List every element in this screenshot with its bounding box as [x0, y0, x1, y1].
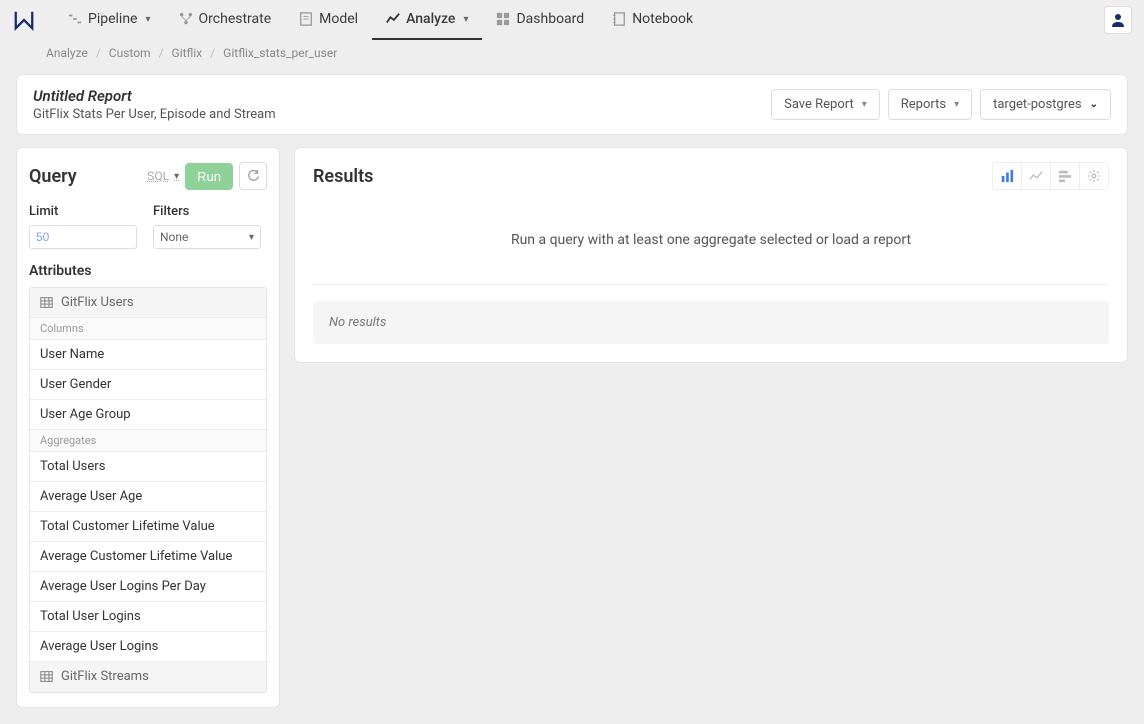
aggregate-item[interactable]: Average User Logins Per Day: [30, 572, 266, 602]
nav-label: Dashboard: [516, 11, 584, 27]
table-name: GitFlix Streams: [61, 669, 149, 684]
save-report-button[interactable]: Save Report ▾: [771, 89, 880, 120]
aggregate-item[interactable]: Total Customer Lifetime Value: [30, 512, 266, 542]
line-chart-icon: [1029, 169, 1043, 183]
refresh-button[interactable]: [239, 162, 267, 190]
notebook-icon: [612, 12, 626, 26]
chevron-down-icon: ▾: [862, 99, 867, 110]
button-label: Save Report: [784, 97, 854, 112]
aggregate-item[interactable]: Average Customer Lifetime Value: [30, 542, 266, 572]
breadcrumb-item[interactable]: Analyze: [46, 46, 88, 60]
horizontal-bar-icon: [1058, 169, 1072, 183]
chevron-down-icon: ▾: [174, 171, 179, 182]
no-results-message: No results: [313, 301, 1109, 344]
breadcrumb-separator: /: [159, 46, 164, 60]
column-item[interactable]: User Age Group: [30, 400, 266, 430]
limit-input[interactable]: [29, 225, 137, 249]
chart-settings-button[interactable]: [1079, 162, 1109, 190]
table-name: GitFlix Users: [61, 295, 134, 310]
report-header: Untitled Report GitFlix Stats Per User, …: [16, 74, 1128, 135]
orchestrate-icon: [179, 12, 193, 26]
nav-orchestrate[interactable]: Orchestrate: [165, 0, 286, 40]
filters-label: Filters: [153, 204, 261, 219]
aggregate-item[interactable]: Average User Age: [30, 482, 266, 512]
run-button[interactable]: Run: [185, 163, 233, 190]
bar-chart-icon: [1000, 169, 1014, 183]
chevron-down-icon: ▾: [249, 232, 254, 243]
filters-select[interactable]: None ▾: [153, 225, 261, 249]
chevron-down-icon: ▾: [954, 99, 959, 110]
column-item[interactable]: User Name: [30, 340, 266, 370]
main-nav: Pipeline ▾ Orchestrate Model Analyze ▾ D…: [54, 0, 707, 40]
nav-notebook[interactable]: Notebook: [598, 0, 707, 40]
table-icon: [40, 670, 53, 683]
filters-value: None: [160, 230, 188, 244]
sql-toggle[interactable]: SQL ▾: [147, 169, 179, 183]
nav-pipeline[interactable]: Pipeline ▾: [54, 0, 165, 40]
limit-label: Limit: [29, 204, 137, 219]
column-item[interactable]: User Gender: [30, 370, 266, 400]
table-header-users[interactable]: GitFlix Users: [30, 288, 266, 318]
aggregate-item[interactable]: Total User Logins: [30, 602, 266, 632]
user-menu-button[interactable]: [1104, 6, 1132, 34]
results-title: Results: [313, 166, 373, 187]
target-select[interactable]: target-postgres ⌄: [980, 89, 1111, 120]
button-label: Reports: [901, 97, 946, 112]
table-icon: [40, 296, 53, 309]
nav-model[interactable]: Model: [285, 0, 372, 40]
chevron-down-icon: ▾: [463, 14, 468, 25]
chart-hbar-button[interactable]: [1050, 162, 1080, 190]
chart-bar-button[interactable]: [992, 162, 1022, 190]
nav-label: Pipeline: [88, 11, 138, 27]
nav-label: Model: [319, 11, 358, 27]
columns-subheader: Columns: [30, 318, 266, 340]
reports-button[interactable]: Reports ▾: [888, 89, 972, 120]
analyze-icon: [386, 12, 400, 26]
report-subtitle: GitFlix Stats Per User, Episode and Stre…: [33, 107, 276, 122]
dashboard-icon: [496, 12, 510, 26]
chart-line-button[interactable]: [1021, 162, 1051, 190]
pipeline-icon: [68, 12, 82, 26]
attributes-list: GitFlix Users Columns User Name User Gen…: [29, 287, 267, 693]
breadcrumb-item[interactable]: Gitflix_stats_per_user: [223, 46, 337, 60]
nav-label: Notebook: [632, 11, 693, 27]
nav-label: Analyze: [406, 11, 455, 27]
logo[interactable]: [12, 8, 36, 32]
nav-label: Orchestrate: [199, 11, 272, 27]
nav-dashboard[interactable]: Dashboard: [482, 0, 598, 40]
nav-analyze[interactable]: Analyze ▾: [372, 0, 482, 40]
chevron-down-icon: ▾: [146, 14, 151, 25]
user-icon: [1110, 12, 1126, 28]
aggregates-subheader: Aggregates: [30, 430, 266, 452]
breadcrumb-item[interactable]: Custom: [109, 46, 151, 60]
aggregate-item[interactable]: Total Users: [30, 452, 266, 482]
breadcrumb-separator: /: [210, 46, 215, 60]
attributes-label: Attributes: [29, 263, 267, 279]
report-title: Untitled Report: [33, 87, 276, 105]
breadcrumb-item[interactable]: Gitflix: [172, 46, 203, 60]
query-title: Query: [29, 166, 77, 187]
target-label: target-postgres: [993, 97, 1082, 112]
results-prompt: Run a query with at least one aggregate …: [313, 204, 1109, 285]
results-panel: Results Run a query with at l: [294, 147, 1128, 363]
gear-icon: [1087, 169, 1101, 183]
refresh-icon: [247, 170, 260, 183]
breadcrumb-separator: /: [96, 46, 101, 60]
table-header-streams[interactable]: GitFlix Streams: [30, 662, 266, 692]
query-panel: Query SQL ▾ Run Limit: [16, 147, 280, 708]
breadcrumb: Analyze / Custom / Gitflix / Gitflix_sta…: [0, 40, 1144, 74]
chevron-down-icon: ⌄: [1090, 99, 1098, 110]
model-icon: [299, 12, 313, 26]
sql-label: SQL: [147, 169, 169, 183]
